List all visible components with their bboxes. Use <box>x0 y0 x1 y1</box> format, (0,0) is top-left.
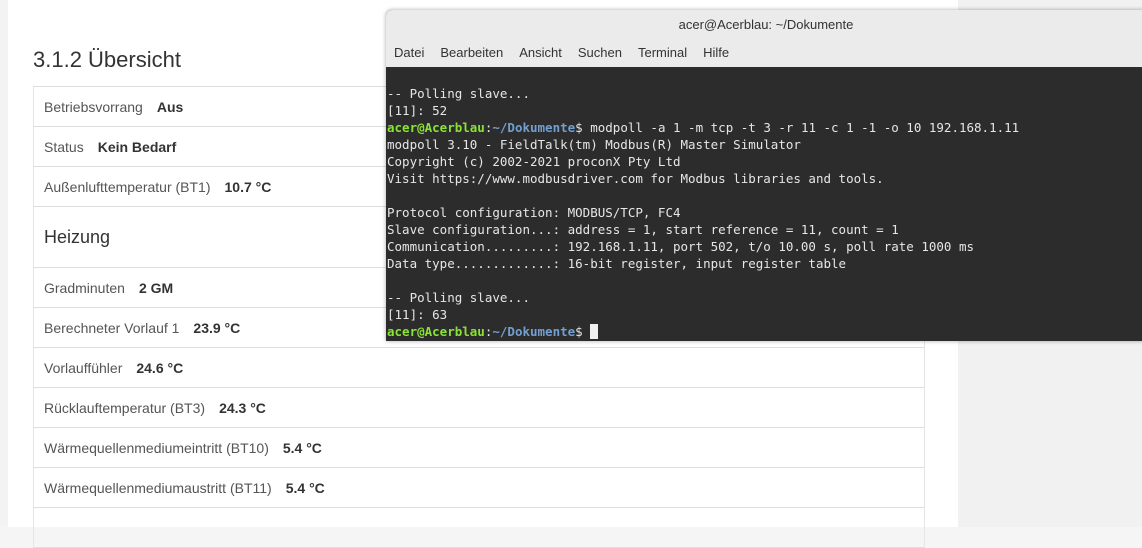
row-label: Status <box>44 138 84 155</box>
menu-ansicht[interactable]: Ansicht <box>519 45 562 60</box>
output-line: modpoll 3.10 - FieldTalk(tm) Modbus(R) M… <box>387 137 801 152</box>
terminal-output[interactable]: -- Polling slave... [11]: 52 acer@Acerbl… <box>386 67 1142 341</box>
text-cursor <box>590 324 599 339</box>
table-row: Wärmequellenmediumaustritt (BT11) 5.4 °C <box>33 468 925 508</box>
row-value: Kein Bedarf <box>97 138 177 155</box>
command-line: modpoll -a 1 -m tcp -t 3 -r 11 -c 1 -1 -… <box>582 120 1020 135</box>
table-row: Vorlauffühler 24.6 °C <box>33 348 925 388</box>
row-value: 5.4 °C <box>282 439 322 456</box>
row-value: 2 GM <box>138 279 174 296</box>
row-label: Wärmequellenmediumeintritt (BT10) <box>44 439 269 456</box>
row-value: 5.4 °C <box>285 479 325 496</box>
prompt-path: ~/Dokumente <box>492 120 576 135</box>
row-value: 24.3 °C <box>219 399 266 416</box>
prompt-user: acer@Acerblau <box>387 120 485 135</box>
row-value: 10.7 °C <box>224 178 272 195</box>
output-line: [11]: 63 <box>387 307 448 322</box>
output-line: Slave configuration...: address = 1, sta… <box>387 222 899 237</box>
row-value: Aus <box>156 98 184 115</box>
table-row: Wärmequellenmediumeintritt (BT10) 5.4 °C <box>33 428 925 468</box>
row-label: Betriebsvorrang <box>44 98 143 115</box>
output-line: Data type.............: 16-bit register,… <box>387 256 847 271</box>
row-label: Berechneter Vorlauf 1 <box>44 319 180 336</box>
terminal-window[interactable]: acer@Acerblau: ~/Dokumente Datei Bearbei… <box>386 10 1142 341</box>
menu-datei[interactable]: Datei <box>394 45 424 60</box>
output-line: [11]: 52 <box>387 103 448 118</box>
row-value: 24.6 °C <box>136 359 184 376</box>
prompt-path: ~/Dokumente <box>492 324 576 339</box>
row-label: Gradminuten <box>44 279 125 296</box>
output-line: -- Polling slave... <box>387 290 530 305</box>
output-line: Copyright (c) 2002-2021 proconX Pty Ltd <box>387 154 681 169</box>
output-line: Visit https://www.modbusdriver.com for M… <box>387 171 884 186</box>
section-title: 3.1.2 Übersicht <box>33 47 181 72</box>
menu-suchen[interactable]: Suchen <box>578 45 622 60</box>
terminal-title: acer@Acerblau: ~/Dokumente <box>678 16 854 32</box>
prompt-end: $ <box>575 120 583 135</box>
row-label: Rücklauftemperatur (BT3) <box>44 399 206 416</box>
output-line: -- Polling slave... <box>387 86 530 101</box>
terminal-titlebar[interactable]: acer@Acerblau: ~/Dokumente <box>386 10 1142 38</box>
table-row: Rücklauftemperatur (BT3) 24.3 °C <box>33 388 925 428</box>
table-row-partial <box>33 508 925 548</box>
row-label: Wärmequellenmediumaustritt (BT11) <box>44 479 272 496</box>
row-label: Vorlauffühler <box>44 359 123 376</box>
row-label: Außenlufttemperatur (BT1) <box>44 178 211 195</box>
menu-bearbeiten[interactable]: Bearbeiten <box>440 45 503 60</box>
prompt-user: acer@Acerblau <box>387 324 485 339</box>
terminal-menubar: Datei Bearbeiten Ansicht Suchen Terminal… <box>386 38 1142 68</box>
menu-hilfe[interactable]: Hilfe <box>703 45 729 60</box>
menu-terminal[interactable]: Terminal <box>638 45 687 60</box>
prompt-end: $ <box>575 324 583 339</box>
output-line: Protocol configuration: MODBUS/TCP, FC4 <box>387 205 681 220</box>
output-line: Communication.........: 192.168.1.11, po… <box>387 239 974 254</box>
row-value: 23.9 °C <box>193 319 241 336</box>
